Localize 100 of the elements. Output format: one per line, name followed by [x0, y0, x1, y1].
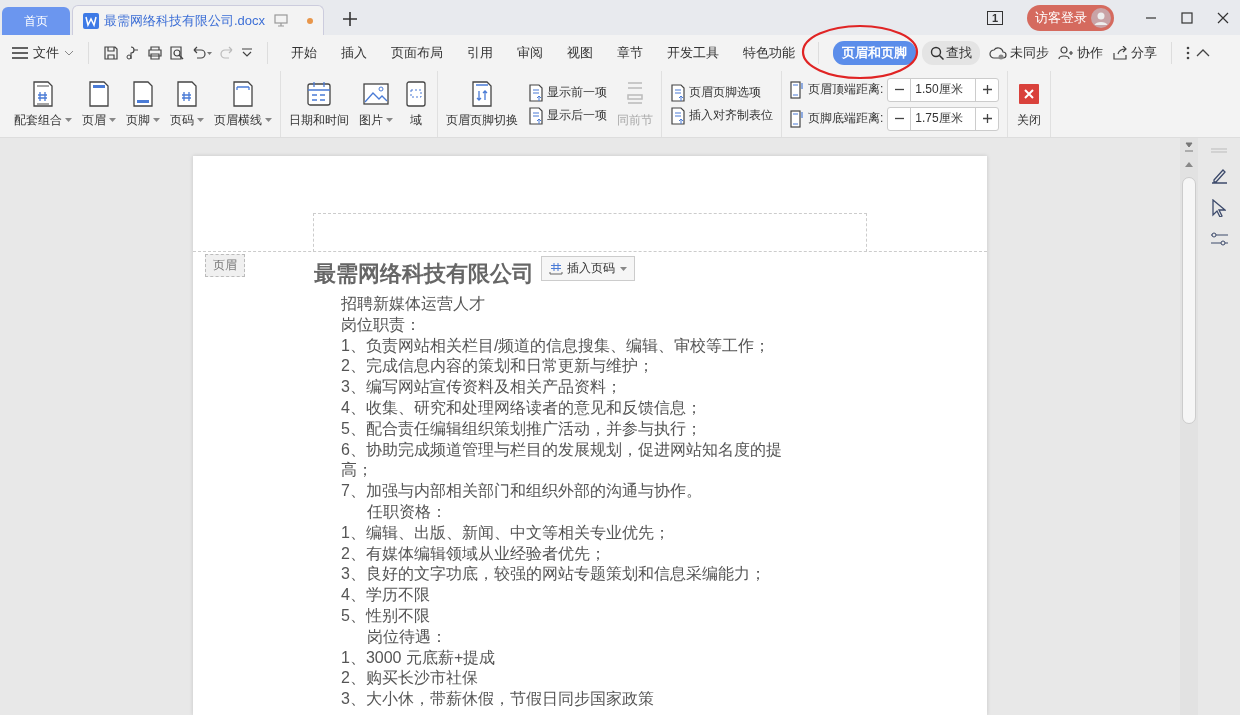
caret-icon	[386, 118, 393, 122]
body-text-line: 高；	[340, 460, 374, 481]
spinner-label: 页脚底端距离:	[808, 110, 884, 127]
ribbon-tab[interactable]: 审阅	[508, 41, 552, 65]
document-icon	[83, 12, 99, 29]
distance-spinner[interactable]: 1.50厘米	[887, 77, 1000, 102]
toolbar-action-button[interactable]: 分享	[1112, 44, 1157, 62]
sliders-icon[interactable]	[1210, 231, 1228, 247]
body-text-line: 7、加强与内部相关部门和组织外部的沟通与协作。	[340, 481, 703, 502]
share-icon	[1112, 46, 1128, 60]
ribbon-button[interactable]: 显示前一项	[528, 83, 607, 102]
ribbon-button[interactable]: 页眉页脚切换	[442, 75, 522, 133]
insert-page-number-button[interactable]: 插入页码	[541, 256, 635, 281]
body-text-line: 招聘新媒体运营人才	[340, 294, 486, 314]
body-text-line: 岗位职责：	[340, 314, 422, 335]
format-painter-icon[interactable]	[125, 45, 141, 61]
chevron-down-icon	[64, 50, 74, 56]
header-page-icon	[86, 79, 112, 108]
avatar-icon	[1091, 7, 1111, 28]
pen-icon[interactable]	[1210, 167, 1228, 185]
ribbon-tab[interactable]: 页面布局	[382, 41, 452, 65]
body-text-line: 4、学历不限	[340, 585, 431, 606]
body-text-line: 1、负责网站相关栏目/频道的信息搜集、编辑、审校等工作；	[340, 335, 772, 356]
scrollbar-thumb[interactable]	[1182, 177, 1196, 424]
collapse-icon[interactable]	[1196, 49, 1210, 57]
save-icon[interactable]	[103, 45, 119, 61]
page-number-icon	[174, 79, 200, 108]
caret-icon	[109, 118, 116, 122]
page-number-icon	[30, 79, 56, 108]
add-person-icon	[1058, 46, 1074, 60]
ribbon-tab[interactable]: 插入	[332, 41, 376, 65]
ribbon-button[interactable]: 页眉	[78, 75, 120, 133]
close-header-footer-button[interactable]: 关闭	[1012, 75, 1047, 133]
print-preview-icon[interactable]	[169, 45, 185, 61]
caret-icon	[153, 118, 160, 122]
distance-spinner[interactable]: 1.75厘米	[887, 106, 1000, 131]
ribbon-tab[interactable]: 开始	[282, 41, 326, 65]
body-text-line: 3、良好的文字功底，较强的网站专题策划和信息采编能力；	[340, 564, 767, 585]
caret-icon	[65, 118, 72, 122]
ribbon-tab[interactable]: 引用	[458, 41, 502, 65]
page-count-indicator[interactable]: 1	[986, 10, 1003, 25]
ribbon-button[interactable]: 插入对齐制表位	[670, 106, 773, 125]
unsaved-dot	[307, 17, 313, 24]
ribbon-button[interactable]: 域	[399, 75, 433, 133]
search-button[interactable]: 查找	[922, 41, 980, 65]
page-icon	[528, 83, 544, 102]
toolbar-action-button[interactable]: 协作	[1058, 44, 1103, 62]
search-icon	[930, 46, 944, 60]
switch-page-icon	[469, 79, 495, 108]
ribbon-button[interactable]: 页码	[166, 75, 208, 133]
spinner-label: 页眉顶端距离:	[808, 81, 884, 98]
ribbon-button[interactable]: 图片	[355, 75, 397, 133]
ribbon-tab[interactable]: 视图	[558, 41, 602, 65]
footer-page-icon	[130, 79, 156, 108]
body-text-line: 3、大小休，带薪休假，节假日同步国家政策	[340, 689, 655, 710]
page-icon	[670, 106, 686, 125]
menu-icon	[12, 47, 28, 59]
body-text-line: 4、收集、研究和处理网络读者的意见和反馈信息；	[340, 398, 703, 418]
file-menu[interactable]: 文件	[12, 44, 74, 62]
body-text-line: 岗位待遇：	[366, 626, 448, 647]
ribbon-tab[interactable]: 章节	[608, 41, 652, 65]
plus-icon[interactable]	[982, 85, 992, 94]
customize-icon[interactable]	[241, 48, 253, 58]
body-text-line: 5、配合责任编辑组织策划推广活动，并参与执行；	[340, 418, 703, 439]
new-tab-icon[interactable]	[343, 12, 357, 26]
caret-icon	[197, 118, 204, 122]
ribbon-button[interactable]: 页眉页脚选项	[670, 83, 773, 102]
ribbon-button[interactable]: 页眉横线	[210, 75, 276, 133]
page-icon	[528, 106, 544, 125]
body-text-line: 1、3000 元底薪+提成	[340, 647, 497, 668]
body-text-line: 3、编写网站宣传资料及相关产品资料；	[340, 377, 623, 398]
page-icon	[670, 83, 686, 102]
body-text-line: 2、完成信息内容的策划和日常更新与维护；	[340, 356, 655, 377]
cursor-icon[interactable]	[1212, 199, 1226, 217]
margin-icon	[790, 109, 804, 128]
document-tab[interactable]: 最需网络科技有限公司.docx	[72, 5, 324, 35]
header-tag: 页眉	[205, 254, 245, 277]
ribbon-button[interactable]: 配套组合	[10, 75, 76, 133]
ribbon-tab[interactable]: 特色功能	[734, 41, 804, 65]
close-icon[interactable]	[1217, 11, 1229, 24]
maximize-icon[interactable]	[1181, 11, 1193, 24]
plus-icon[interactable]	[982, 114, 992, 123]
cloud-icon	[989, 46, 1007, 60]
ribbon-button[interactable]: 显示后一项	[528, 106, 607, 125]
body-text-line: 1、编辑、出版、新闻、中文等相关专业优先；	[340, 522, 671, 543]
body-text-line: 2、有媒体编辑领域从业经验者优先；	[340, 543, 607, 564]
body-text-line: 任职资格：	[366, 501, 448, 522]
body-text-line: 6、协助完成频道管理与栏目的发展规划，促进网站知名度的提	[340, 439, 783, 460]
caret-icon	[265, 118, 272, 122]
undo-icon[interactable]	[191, 45, 213, 61]
print-icon[interactable]	[147, 45, 163, 61]
dashed-frame-icon	[403, 79, 429, 108]
ribbon-button[interactable]: 日期和时间	[285, 75, 353, 133]
ribbon-tab[interactable]: 开发工具	[658, 41, 728, 65]
ribbon-button[interactable]: 页脚	[122, 75, 164, 133]
more-icon[interactable]	[1186, 46, 1190, 60]
scroll-top-icon[interactable]	[1184, 142, 1194, 152]
page-number-icon	[549, 262, 563, 275]
toolbar-action-button[interactable]: 未同步	[989, 44, 1049, 62]
scroll-up-icon[interactable]	[1185, 162, 1193, 167]
